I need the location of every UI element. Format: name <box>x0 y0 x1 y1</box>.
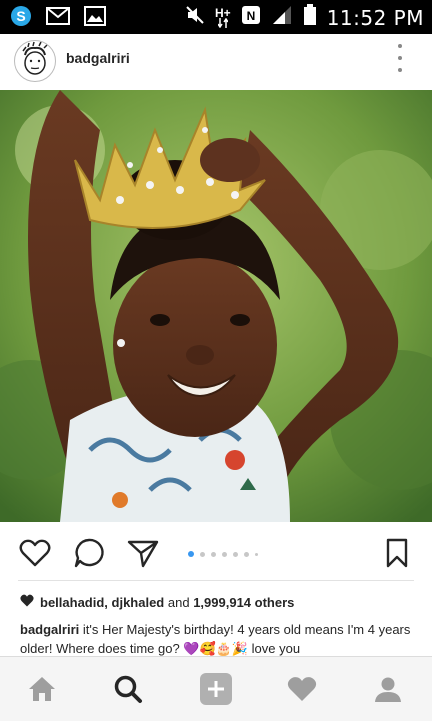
post-image[interactable] <box>0 90 432 522</box>
svg-text:S: S <box>16 8 25 24</box>
more-icon-dot <box>398 68 402 72</box>
caption-text: it's Her Majesty's birthday! 4 years old… <box>20 622 411 656</box>
carousel-dot-active <box>188 551 194 557</box>
carousel-dot <box>200 551 205 557</box>
likes-names[interactable]: bellahadid, djkhaled <box>40 595 164 610</box>
nfc-icon: N <box>241 5 261 30</box>
save-bookmark-icon[interactable] <box>380 536 414 570</box>
signal-icon <box>271 5 293 30</box>
more-icon-dot <box>398 56 402 60</box>
carousel-dot <box>233 551 238 557</box>
post-caption: badgalriri it's Her Majesty's birthday! … <box>20 620 416 658</box>
battery-icon <box>303 4 317 31</box>
home-icon[interactable] <box>22 669 62 709</box>
status-bar: S H+ N 11:52 PM <box>0 0 432 34</box>
profile-icon[interactable] <box>368 669 408 709</box>
divider <box>18 580 414 581</box>
more-options-button[interactable] <box>394 44 406 72</box>
post-actions <box>0 522 432 580</box>
carousel-dot <box>222 551 227 557</box>
carousel-dot <box>211 551 216 557</box>
activity-heart-icon[interactable] <box>282 669 322 709</box>
data-icon: H+ <box>215 7 231 28</box>
share-send-icon[interactable] <box>126 536 160 570</box>
likes-and: and <box>167 594 190 610</box>
mute-icon <box>185 5 205 30</box>
search-icon[interactable] <box>108 669 148 709</box>
more-icon-dot <box>398 44 402 48</box>
comment-icon[interactable] <box>72 536 106 570</box>
post-username[interactable]: badgalriri <box>66 50 130 66</box>
svg-text:N: N <box>246 9 255 23</box>
gallery-icon <box>84 6 106 31</box>
bottom-navigation <box>0 656 432 721</box>
likes-count[interactable]: 1,999,914 others <box>193 595 294 610</box>
post-header: badgalriri <box>0 34 432 90</box>
avatar[interactable] <box>14 40 56 82</box>
likes-summary[interactable]: bellahadid, djkhaled and 1,999,914 other… <box>20 594 294 610</box>
carousel-dot <box>255 552 258 556</box>
carousel-indicator <box>188 551 258 557</box>
caption-author[interactable]: badgalriri <box>20 622 79 637</box>
add-post-icon[interactable] <box>196 669 236 709</box>
clock: 11:52 PM <box>326 5 424 30</box>
mail-icon <box>46 7 70 30</box>
carousel-dot <box>244 551 249 557</box>
skype-icon: S <box>10 5 32 32</box>
like-heart-icon[interactable] <box>18 536 52 570</box>
heart-icon <box>20 594 34 610</box>
